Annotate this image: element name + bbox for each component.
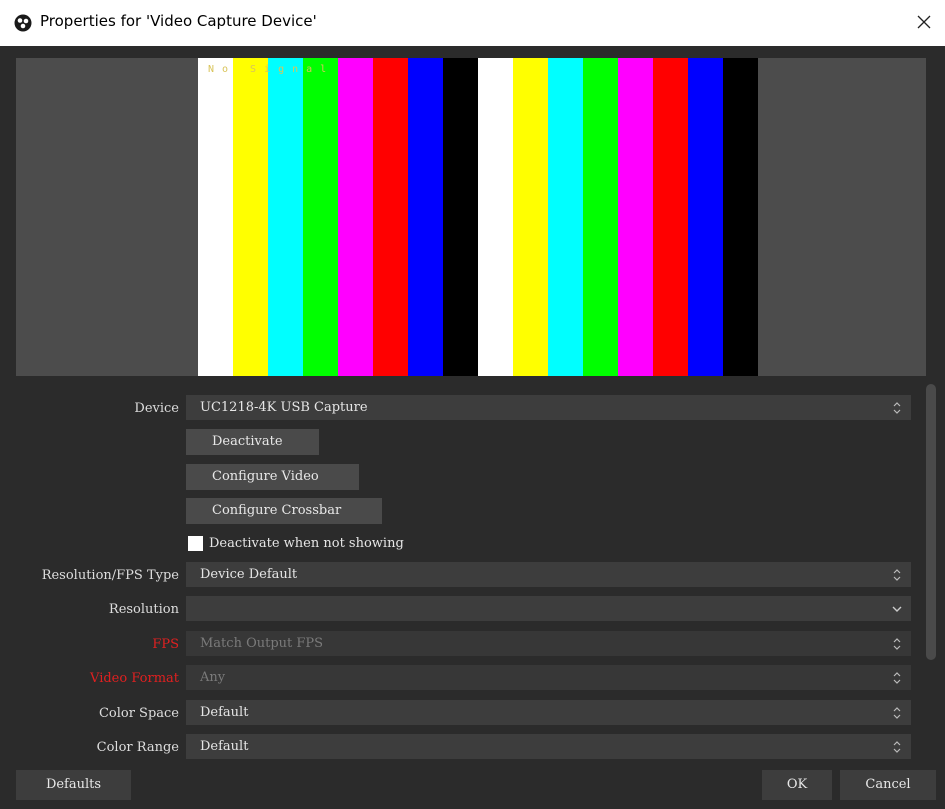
updown-arrows-icon (883, 562, 911, 587)
color-bar (268, 58, 303, 376)
updown-arrows-icon (883, 700, 911, 725)
color-space-select[interactable]: Default (186, 700, 911, 725)
video-format-select[interactable]: Any (186, 665, 911, 690)
vertical-scrollbar[interactable] (926, 384, 936, 660)
chevron-down-icon (883, 596, 911, 621)
color-range-label: Color Range (96, 740, 179, 755)
updown-arrows-icon (883, 734, 911, 759)
video-format-value: Any (200, 670, 226, 685)
defaults-button[interactable]: Defaults (16, 770, 131, 800)
color-bar (653, 58, 688, 376)
video-format-label: Video Format (90, 671, 179, 686)
color-space-value: Default (200, 705, 249, 720)
device-label: Device (134, 401, 179, 416)
updown-arrows-icon (883, 631, 911, 656)
color-bar (198, 58, 233, 376)
color-space-label: Color Space (98, 706, 179, 721)
fps-label: FPS (152, 637, 179, 652)
color-bar (548, 58, 583, 376)
resolution-label: Resolution (108, 602, 179, 617)
color-bar (233, 58, 268, 376)
configure-crossbar-button[interactable]: Configure Crossbar (186, 498, 382, 524)
device-select[interactable]: UC1218-4K USB Capture (186, 395, 911, 420)
color-bar (408, 58, 443, 376)
deactivate-button[interactable]: Deactivate (186, 429, 319, 455)
color-bars (198, 58, 759, 376)
color-bar (478, 58, 513, 376)
deactivate-when-not-showing-label: Deactivate when not showing (209, 536, 404, 551)
resolution-fps-type-label: Resolution/FPS Type (41, 568, 179, 583)
close-icon (917, 14, 931, 33)
fps-select[interactable]: Match Output FPS (186, 631, 911, 656)
color-bar (338, 58, 373, 376)
cancel-button[interactable]: Cancel (840, 770, 936, 800)
color-bar (688, 58, 723, 376)
obs-logo-icon (14, 14, 32, 32)
color-bar (443, 58, 478, 376)
updown-arrows-icon (883, 665, 911, 690)
deactivate-when-not-showing-checkbox[interactable] (188, 536, 203, 551)
color-bar (583, 58, 618, 376)
title-bar: Properties for 'Video Capture Device' (0, 0, 945, 46)
no-signal-text: No Signal (208, 64, 335, 75)
ok-button[interactable]: OK (762, 770, 832, 800)
color-bar (373, 58, 408, 376)
resolution-fps-type-value: Device Default (200, 567, 298, 582)
resolution-select[interactable] (186, 596, 911, 621)
color-bar (618, 58, 653, 376)
color-range-value: Default (200, 739, 249, 754)
video-preview: No Signal (16, 58, 926, 376)
window-title: Properties for 'Video Capture Device' (40, 12, 317, 30)
deactivate-when-not-showing-row[interactable]: Deactivate when not showing (188, 536, 404, 551)
close-button[interactable] (909, 8, 939, 38)
updown-arrows-icon (883, 395, 911, 420)
fps-value: Match Output FPS (200, 636, 324, 651)
color-bar (303, 58, 338, 376)
device-value: UC1218-4K USB Capture (200, 400, 368, 415)
resolution-fps-type-select[interactable]: Device Default (186, 562, 911, 587)
color-bar (513, 58, 548, 376)
configure-video-button[interactable]: Configure Video (186, 464, 359, 490)
color-bar (723, 58, 758, 376)
color-range-select[interactable]: Default (186, 734, 911, 759)
